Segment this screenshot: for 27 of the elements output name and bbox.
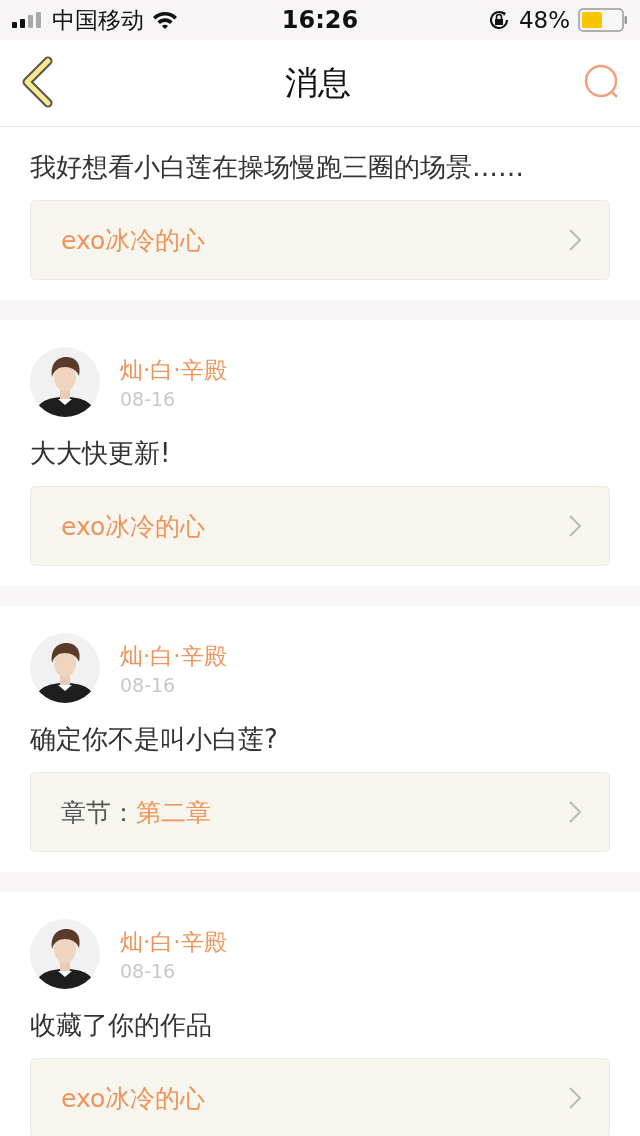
message-text: 确定你不是叫小白莲? — [30, 723, 279, 756]
chapter-label: 章节： — [61, 796, 136, 829]
signal-icon — [12, 12, 44, 28]
work-link[interactable]: exo冰冷的心 — [30, 1058, 610, 1136]
clock-time: 16:26 — [281, 6, 359, 34]
work-title: exo冰冷的心 — [61, 1082, 206, 1115]
work-title: exo冰冷的心 — [61, 224, 206, 257]
work-link[interactable]: exo冰冷的心 — [30, 200, 610, 280]
carrier-name: 中国移动 — [52, 5, 144, 35]
battery-percent: 48% — [518, 7, 570, 33]
wifi-icon — [152, 10, 178, 30]
chevron-right-icon — [569, 1087, 581, 1109]
message-text: 我好想看小白莲在操场慢跑三圈的场景…… — [30, 151, 525, 184]
chevron-right-icon — [569, 515, 581, 537]
chevron-right-icon — [569, 229, 581, 251]
battery-icon — [578, 8, 628, 32]
message-text: 大大快更新! — [30, 437, 172, 470]
author-name[interactable]: 灿·白·辛殿 — [120, 926, 227, 958]
work-link[interactable]: exo冰冷的心 — [30, 486, 610, 566]
author-name[interactable]: 灿·白·辛殿 — [120, 640, 227, 672]
work-title: exo冰冷的心 — [61, 510, 206, 543]
message-text: 收藏了你的作品 — [30, 1009, 213, 1042]
chapter-link[interactable]: 章节：第二章 — [30, 772, 610, 852]
chevron-right-icon — [569, 801, 581, 823]
chapter-title: 第二章 — [136, 796, 211, 829]
page-title: 消息 — [285, 61, 351, 104]
author-name[interactable]: 灿·白·辛殿 — [120, 354, 227, 386]
